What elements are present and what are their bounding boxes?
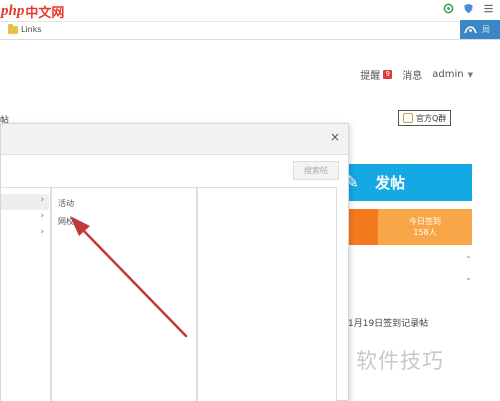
- category-column-2: 活动 网校: [51, 187, 197, 401]
- category-column-1: › › ›: [1, 187, 51, 401]
- page-scrollbar[interactable]: ⌃ ⌄: [463, 255, 473, 375]
- new-post-label: 发帖: [375, 174, 406, 192]
- signin-stats: 今日签到 158人: [378, 209, 472, 245]
- browser-topbar: php 中文网: [0, 0, 500, 22]
- messages-label: 消息: [402, 71, 423, 82]
- category-select-dialog: × 搜索帖 › › › 活动 网校: [0, 123, 349, 401]
- chevron-right-icon: ›: [40, 195, 44, 205]
- official-qq-group-button[interactable]: 官方Q群: [398, 110, 452, 126]
- caret-down-icon: ▼: [467, 70, 473, 79]
- logo-php-text: php: [1, 2, 25, 19]
- site-user-nav: 提醒 9 消息 admin ▼: [360, 67, 473, 82]
- chevron-right-icon: ›: [40, 227, 44, 237]
- subcategory-item-school[interactable]: 网校: [58, 216, 74, 227]
- bookmark-folder-label: Links: [21, 25, 42, 34]
- qq-group-icon: [403, 113, 413, 123]
- bookmarks-bar: Links: [0, 22, 500, 40]
- shield-icon[interactable]: [463, 3, 474, 14]
- extension-label: 局: [482, 25, 490, 34]
- reminders-label: 提醒: [360, 71, 381, 82]
- new-post-button[interactable]: ✎ 发帖: [340, 164, 472, 201]
- reminders-link[interactable]: 提醒 9: [360, 67, 393, 82]
- dialog-header: ×: [1, 124, 348, 155]
- browser-toolbar-icons: [443, 3, 494, 14]
- category-row[interactable]: ›: [1, 226, 49, 242]
- reminder-count-badge: 9: [383, 70, 393, 79]
- search-forum-button[interactable]: 搜索帖: [293, 161, 339, 180]
- category-row[interactable]: ›: [1, 210, 49, 226]
- php-logo[interactable]: php 中文网: [1, 1, 64, 21]
- chevron-right-icon: ›: [40, 211, 44, 221]
- subcategory-item-activity[interactable]: 活动: [58, 198, 74, 209]
- menu-icon[interactable]: [483, 3, 494, 14]
- messages-link[interactable]: 消息: [402, 67, 422, 82]
- dialog-toolbar: 搜索帖: [1, 155, 348, 185]
- signin-title: 今日签到: [409, 217, 441, 226]
- logo-cn-text: 中文网: [25, 5, 65, 21]
- signin-thread-link[interactable]: 1月19日签到记录帖: [348, 316, 428, 329]
- close-icon[interactable]: ×: [330, 130, 340, 144]
- category-row[interactable]: ›: [1, 194, 49, 210]
- gear-icon[interactable]: [443, 3, 454, 14]
- extension-button[interactable]: 局: [460, 20, 500, 39]
- scroll-up-icon[interactable]: ⌃: [465, 255, 472, 264]
- official-group-label: 官方Q群: [416, 113, 447, 123]
- signin-count: 158人: [413, 228, 437, 237]
- signin-panel: 今日签到 158人: [340, 209, 472, 245]
- bookmark-links-folder[interactable]: Links: [8, 23, 42, 34]
- folder-icon: [8, 23, 18, 34]
- username-label: admin: [432, 69, 464, 80]
- scroll-down-icon[interactable]: ⌄: [465, 273, 472, 282]
- extension-icon: [460, 20, 480, 39]
- category-column-3: [197, 187, 337, 401]
- watermark-text: 软件技巧: [356, 349, 444, 373]
- user-menu[interactable]: admin ▼: [432, 69, 473, 80]
